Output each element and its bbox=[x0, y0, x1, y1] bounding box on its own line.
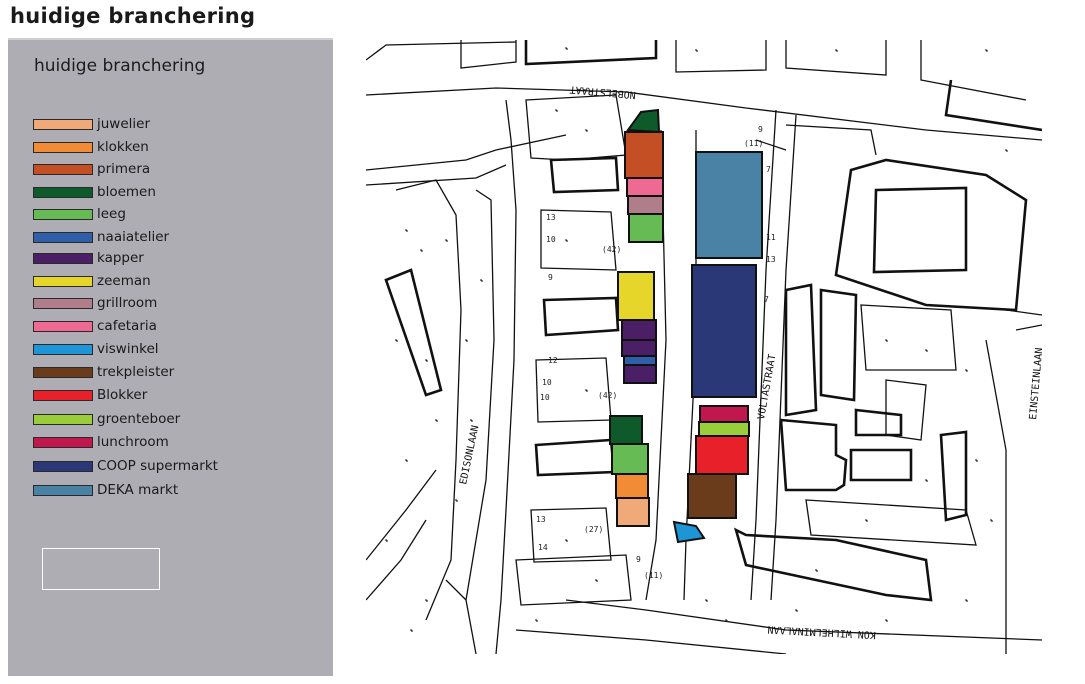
house-number: 7 bbox=[764, 295, 769, 304]
empty-outline-box bbox=[42, 548, 160, 590]
legend-label: DEKA markt bbox=[97, 482, 179, 498]
house-number: 9 bbox=[636, 555, 641, 564]
shop-bloemen bbox=[609, 415, 643, 445]
legend-item-naaiatelier: naaiatelier bbox=[33, 227, 169, 247]
legend-item-leeg: leeg bbox=[33, 204, 126, 224]
house-number: 9 bbox=[758, 125, 763, 134]
house-number: 12 bbox=[548, 356, 558, 365]
legend-swatch bbox=[33, 163, 93, 175]
legend-item-zeeman: zeeman bbox=[33, 271, 151, 291]
legend-item-coop-supermarkt: COOP supermarkt bbox=[33, 456, 218, 476]
legend-label: leeg bbox=[97, 206, 126, 222]
legend-item-groenteboer: groenteboer bbox=[33, 409, 180, 429]
house-number: (11) bbox=[644, 571, 663, 580]
house-number: 13 bbox=[546, 213, 556, 222]
legend-label: zeeman bbox=[97, 273, 151, 289]
legend-label: trekpleister bbox=[97, 364, 175, 380]
legend-label: primera bbox=[97, 161, 151, 177]
legend-swatch bbox=[33, 484, 93, 496]
legend-label: lunchroom bbox=[97, 434, 169, 450]
legend-swatch bbox=[33, 252, 93, 264]
legend-swatch bbox=[33, 297, 93, 309]
legend-item-trekpleister: trekpleister bbox=[33, 362, 174, 382]
shop-trekpleister bbox=[687, 473, 737, 519]
legend-swatch bbox=[33, 208, 93, 220]
shop-klokken bbox=[615, 473, 649, 499]
shop-zeeman bbox=[617, 271, 655, 321]
legend-item-viswinkel: viswinkel bbox=[33, 339, 159, 359]
shop-leeg-top bbox=[628, 213, 664, 243]
legend-item-grillroom: grillroom bbox=[33, 293, 157, 313]
shop-kapper-2 bbox=[621, 339, 657, 357]
legend-label: viswinkel bbox=[97, 341, 159, 357]
shop-leeg bbox=[611, 443, 649, 475]
legend-item-primera: primera bbox=[33, 159, 150, 179]
legend-label: cafetaria bbox=[97, 318, 157, 334]
shop-primera bbox=[624, 131, 664, 179]
page-title: huidige branchering bbox=[10, 4, 256, 28]
legend-item-deka-markt: DEKA markt bbox=[33, 480, 178, 500]
legend-item-klokken: klokken bbox=[33, 137, 149, 157]
house-number: (42) bbox=[602, 245, 621, 254]
legend-item-kapper: kapper bbox=[33, 248, 144, 268]
shop-blokker bbox=[695, 435, 749, 475]
legend-label: groenteboer bbox=[97, 411, 181, 427]
house-number: 7 bbox=[766, 165, 771, 174]
legend-swatch bbox=[33, 141, 93, 153]
shop-kapper-3 bbox=[623, 364, 657, 384]
shop-lunchroom bbox=[699, 405, 749, 423]
legend-label: naaiatelier bbox=[97, 229, 170, 245]
legend-swatch bbox=[33, 389, 93, 401]
legend-label: COOP supermarkt bbox=[97, 458, 218, 474]
house-number: 14 bbox=[538, 543, 548, 552]
legend-swatch bbox=[33, 343, 93, 355]
house-number: 13 bbox=[536, 515, 546, 524]
legend-panel: huidige branchering juwelier klokken pri… bbox=[8, 38, 333, 676]
house-number: 10 bbox=[542, 378, 552, 387]
house-number: (27) bbox=[584, 525, 603, 534]
shop-deka-markt bbox=[695, 151, 763, 259]
legend-swatch bbox=[33, 320, 93, 332]
legend-swatch bbox=[33, 186, 93, 198]
legend-item-bloemen: bloemen bbox=[33, 182, 156, 202]
legend-item-lunchroom: lunchroom bbox=[33, 432, 169, 452]
legend-title: huidige branchering bbox=[34, 56, 206, 76]
house-number: 13 bbox=[766, 255, 776, 264]
house-number: 9 bbox=[548, 273, 553, 282]
house-number: 10 bbox=[540, 393, 550, 402]
house-number: 10 bbox=[546, 235, 556, 244]
legend-swatch bbox=[33, 118, 93, 130]
shop-kapper-1 bbox=[621, 319, 657, 341]
legend-label: grillroom bbox=[97, 295, 158, 311]
legend-item-cafetaria: cafetaria bbox=[33, 316, 157, 336]
legend-label: juwelier bbox=[97, 116, 151, 132]
shop-coop-supermarkt bbox=[691, 264, 757, 398]
legend-swatch bbox=[33, 436, 93, 448]
site-map: NOBELSTRAAT VOLTASTRAAT EDISONLAAN EINST… bbox=[366, 40, 1042, 654]
legend-label: klokken bbox=[97, 139, 149, 155]
legend-label: Blokker bbox=[97, 387, 148, 403]
shop-cafetaria bbox=[626, 177, 664, 197]
house-number: (11) bbox=[744, 139, 763, 148]
legend-swatch bbox=[33, 366, 93, 378]
legend-item-juwelier: juwelier bbox=[33, 114, 150, 134]
shop-juwelier bbox=[616, 497, 650, 527]
shop-groenteboer bbox=[698, 421, 750, 437]
legend-label: bloemen bbox=[97, 184, 156, 200]
legend-label: kapper bbox=[97, 250, 144, 266]
house-number: 11 bbox=[766, 233, 776, 242]
legend-swatch bbox=[33, 413, 93, 425]
house-number: (42) bbox=[598, 391, 617, 400]
shop-grillroom bbox=[627, 195, 664, 215]
legend-swatch bbox=[33, 231, 93, 243]
legend-item-blokker: Blokker bbox=[33, 385, 147, 405]
shop-naaiatelier bbox=[623, 355, 657, 366]
legend-swatch bbox=[33, 460, 93, 472]
legend-swatch bbox=[33, 275, 93, 287]
